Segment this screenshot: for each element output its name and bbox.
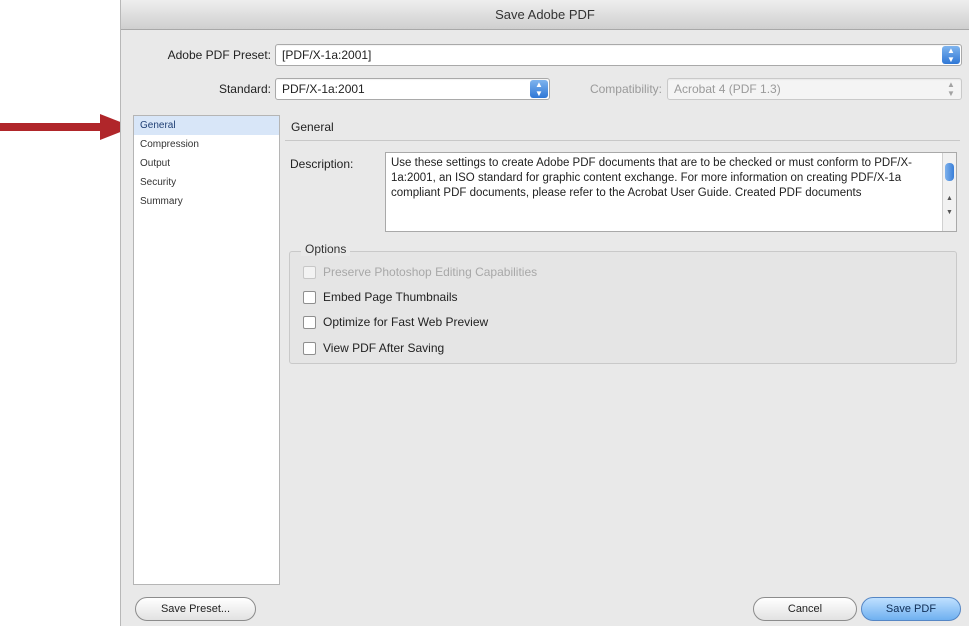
sidebar-item-summary[interactable]: Summary (134, 192, 279, 211)
panel-title: General (291, 120, 334, 134)
preset-value: [PDF/X-1a:2001] (282, 48, 372, 62)
preserve-photoshop-checkbox[interactable] (303, 265, 316, 279)
compatibility-stepper-icon: ▲ ▼ (947, 80, 955, 98)
preset-stepper-icon: ▲ ▼ (942, 46, 960, 64)
save-preset-button[interactable]: Save Preset... (135, 597, 256, 621)
scroll-down-icon[interactable]: ▼ (943, 209, 956, 216)
scrollbar-thumb[interactable] (945, 163, 954, 181)
compatibility-popup[interactable]: Acrobat 4 (PDF 1.3) ▲ ▼ (667, 78, 962, 100)
preserve-photoshop-checkbox-row[interactable]: Preserve Photoshop Editing Capabilities (303, 265, 537, 279)
sidebar-item-output[interactable]: Output (134, 154, 279, 173)
options-legend: Options (301, 242, 351, 256)
embed-thumbnails-label: Embed Page Thumbnails (323, 290, 458, 304)
description-label: Description: (290, 157, 354, 171)
standard-value: PDF/X-1a:2001 (282, 82, 365, 96)
preserve-photoshop-label: Preserve Photoshop Editing Capabilities (323, 265, 538, 279)
sidebar-item-general[interactable]: General (134, 116, 279, 135)
window-title: Save Adobe PDF (121, 0, 969, 30)
standard-popup[interactable]: PDF/X-1a:2001 ▲ ▼ (275, 78, 550, 100)
view-pdf-after-saving-label: View PDF After Saving (323, 341, 445, 355)
view-pdf-after-saving-checkbox-row[interactable]: View PDF After Saving (303, 341, 444, 355)
red-arrow-annotation (0, 114, 133, 140)
description-text: Use these settings to create Adobe PDF d… (391, 157, 912, 199)
embed-thumbnails-checkbox-row[interactable]: Embed Page Thumbnails (303, 290, 458, 304)
standard-stepper-icon: ▲ ▼ (530, 80, 548, 98)
compatibility-label: Compatibility: (589, 82, 662, 96)
cancel-button[interactable]: Cancel (753, 597, 857, 621)
fast-web-preview-checkbox-row[interactable]: Optimize for Fast Web Preview (303, 315, 488, 329)
compatibility-value: Acrobat 4 (PDF 1.3) (674, 82, 781, 96)
view-pdf-after-saving-checkbox[interactable] (303, 341, 316, 355)
description-textarea[interactable]: Use these settings to create Adobe PDF d… (385, 152, 957, 232)
preset-label: Adobe PDF Preset: (167, 48, 271, 62)
standard-label: Standard: (218, 82, 271, 96)
embed-thumbnails-checkbox[interactable] (303, 290, 316, 304)
scroll-up-icon[interactable]: ▲ (943, 195, 956, 202)
title-divider (285, 140, 960, 141)
fast-web-preview-label: Optimize for Fast Web Preview (323, 315, 489, 329)
sidebar-item-compression[interactable]: Compression (134, 135, 279, 154)
save-adobe-pdf-dialog: Save Adobe PDF Adobe PDF Preset: [PDF/X-… (120, 0, 969, 626)
settings-sidebar: General Compression Output Security Summ… (133, 115, 280, 585)
sidebar-item-security[interactable]: Security (134, 173, 279, 192)
description-scrollbar[interactable]: ▲ ▼ (942, 153, 956, 231)
save-pdf-button[interactable]: Save PDF (861, 597, 961, 621)
fast-web-preview-checkbox[interactable] (303, 315, 316, 329)
preset-popup[interactable]: [PDF/X-1a:2001] ▲ ▼ (275, 44, 962, 66)
